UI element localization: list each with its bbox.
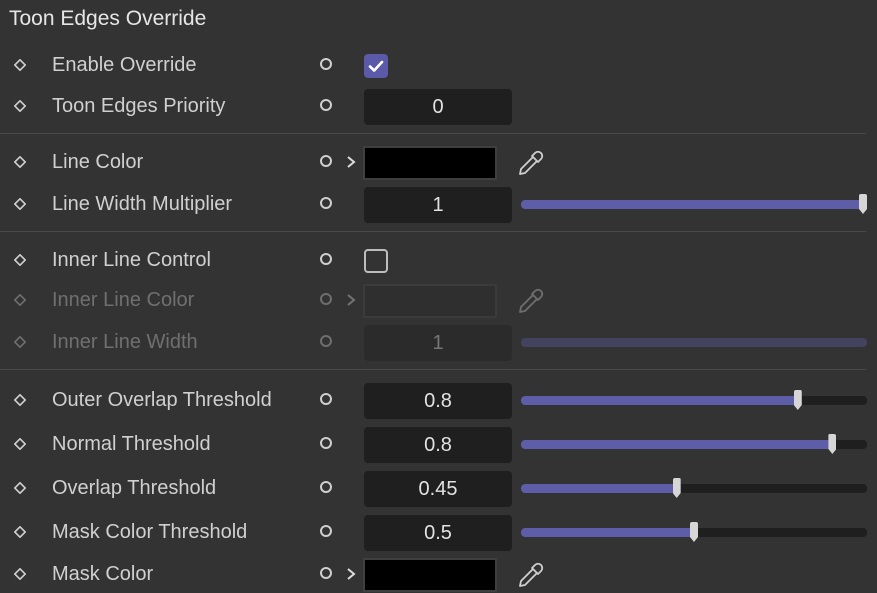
chevron-right-icon[interactable] <box>344 154 358 170</box>
keyframe-diamond-icon <box>14 336 26 348</box>
outer-overlap-threshold-label: Outer Overlap Threshold <box>52 389 272 411</box>
inner-line-width-label: Inner Line Width <box>52 331 198 353</box>
animate-circle-icon <box>320 293 332 305</box>
eyedropper-icon[interactable] <box>515 559 547 591</box>
slider-fill <box>521 338 867 347</box>
keyframe-diamond-icon[interactable] <box>14 526 26 538</box>
row-normal-threshold: Normal Threshold 0.8 <box>0 427 877 463</box>
row-mask-color-threshold: Mask Color Threshold 0.5 <box>0 515 877 551</box>
line-color-label: Line Color <box>52 151 144 173</box>
keyframe-diamond-icon[interactable] <box>14 254 26 266</box>
toon-edges-priority-label: Toon Edges Priority <box>52 95 226 117</box>
line-width-multiplier-label: Line Width Multiplier <box>52 193 233 215</box>
row-line-width-multiplier: Line Width Multiplier 1 <box>0 187 877 223</box>
row-inner-line-control: Inner Line Control <box>0 243 877 279</box>
animate-circle-icon[interactable] <box>320 253 332 265</box>
keyframe-diamond-icon[interactable] <box>14 100 26 112</box>
panel-title: Toon Edges Override <box>9 7 207 30</box>
keyframe-diamond-icon[interactable] <box>14 198 26 210</box>
eyedropper-icon[interactable] <box>515 147 547 179</box>
animate-circle-icon[interactable] <box>320 525 332 537</box>
section-divider <box>0 231 866 232</box>
line-width-multiplier-field[interactable]: 1 <box>364 187 512 223</box>
overlap-threshold-field[interactable]: 0.45 <box>364 471 512 507</box>
animate-circle-icon[interactable] <box>320 155 332 167</box>
slider-handle[interactable] <box>859 194 867 214</box>
row-inner-line-color: Inner Line Color <box>0 283 877 319</box>
chevron-right-icon[interactable] <box>344 566 358 582</box>
inner-line-width-slider <box>521 338 867 347</box>
slider-fill <box>521 200 867 209</box>
keyframe-diamond-icon[interactable] <box>14 156 26 168</box>
section-divider <box>0 369 866 370</box>
outer-overlap-threshold-slider[interactable] <box>521 390 867 410</box>
eyedropper-icon <box>519 288 544 313</box>
animate-circle-icon[interactable] <box>320 197 332 209</box>
row-toon-edges-priority: Toon Edges Priority 0 <box>0 89 877 125</box>
row-mask-color: Mask Color <box>0 557 877 593</box>
inner-line-control-label: Inner Line Control <box>52 249 211 271</box>
row-outer-overlap-threshold: Outer Overlap Threshold 0.8 <box>0 383 877 419</box>
inner-line-color-label: Inner Line Color <box>52 289 195 311</box>
normal-threshold-slider[interactable] <box>521 434 867 454</box>
outer-overlap-threshold-field[interactable]: 0.8 <box>364 383 512 419</box>
keyframe-diamond-icon[interactable] <box>14 394 26 406</box>
slider-fill <box>521 528 694 537</box>
slider-handle[interactable] <box>672 478 681 498</box>
mask-color-threshold-label: Mask Color Threshold <box>52 521 248 543</box>
section-divider <box>0 133 866 134</box>
keyframe-diamond-icon <box>14 294 26 306</box>
animate-circle-icon[interactable] <box>320 58 332 70</box>
animate-circle-icon[interactable] <box>320 567 332 579</box>
enable-override-label: Enable Override <box>52 54 197 76</box>
keyframe-diamond-icon[interactable] <box>14 438 26 450</box>
mask-color-threshold-field[interactable]: 0.5 <box>364 515 512 551</box>
animate-circle-icon[interactable] <box>320 437 332 449</box>
slider-fill <box>521 484 677 493</box>
normal-threshold-label: Normal Threshold <box>52 433 211 455</box>
animate-circle-icon <box>320 335 332 347</box>
overlap-threshold-slider[interactable] <box>521 478 867 498</box>
overlap-threshold-label: Overlap Threshold <box>52 477 217 499</box>
inner-line-color-swatch <box>363 284 497 318</box>
chevron-right-icon <box>347 294 356 306</box>
normal-threshold-field[interactable]: 0.8 <box>364 427 512 463</box>
checkmark-icon <box>368 60 384 72</box>
slider-fill <box>521 440 833 449</box>
keyframe-diamond-icon[interactable] <box>14 568 26 580</box>
line-width-multiplier-slider[interactable] <box>521 194 867 214</box>
row-overlap-threshold: Overlap Threshold 0.45 <box>0 471 877 507</box>
slider-handle[interactable] <box>793 390 802 410</box>
animate-circle-icon[interactable] <box>320 393 332 405</box>
inner-line-control-checkbox[interactable] <box>364 249 388 273</box>
slider-handle[interactable] <box>690 522 698 542</box>
keyframe-diamond-icon[interactable] <box>14 482 26 494</box>
animate-circle-icon[interactable] <box>320 99 332 111</box>
toon-edges-priority-field[interactable]: 0 <box>364 89 512 125</box>
mask-color-threshold-slider[interactable] <box>521 522 867 542</box>
mask-color-label: Mask Color <box>52 563 154 585</box>
inner-line-width-field: 1 <box>364 325 512 361</box>
animate-circle-icon[interactable] <box>320 481 332 493</box>
slider-handle[interactable] <box>828 434 837 454</box>
line-color-swatch[interactable] <box>363 146 497 180</box>
row-enable-override: Enable Override <box>0 48 877 84</box>
enable-override-checkbox[interactable] <box>364 54 388 78</box>
row-inner-line-width: Inner Line Width 1 <box>0 325 877 361</box>
slider-fill <box>521 396 798 405</box>
row-line-color: Line Color <box>0 145 877 181</box>
mask-color-swatch[interactable] <box>363 558 497 592</box>
keyframe-diamond-icon[interactable] <box>14 59 26 71</box>
